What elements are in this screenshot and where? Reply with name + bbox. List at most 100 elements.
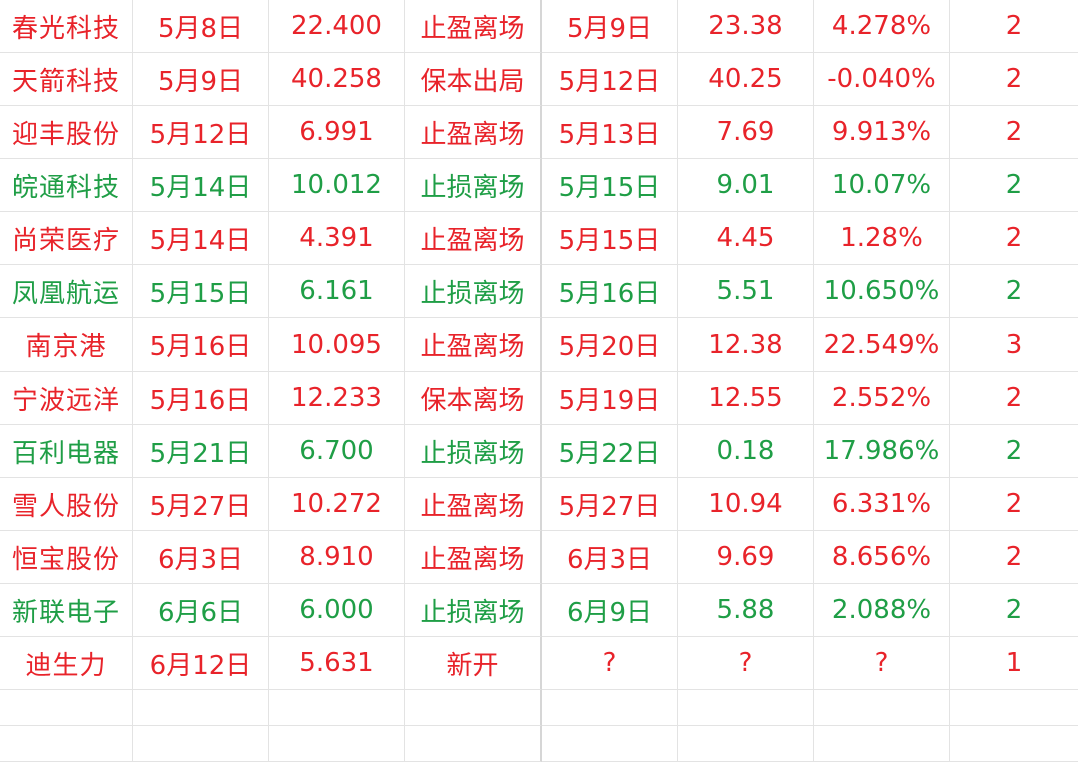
cell-pct-change[interactable]: 17.986%	[814, 425, 950, 478]
cell-buy-price[interactable]: 10.095	[269, 318, 405, 372]
cell-buy-date[interactable]: 6月3日	[133, 531, 269, 584]
cell-hold-days[interactable]: 2	[950, 425, 1078, 478]
cell-buy-date[interactable]: 5月16日	[133, 372, 269, 425]
cell-pct-change[interactable]: 2.088%	[814, 584, 950, 637]
cell-buy-date[interactable]	[133, 726, 269, 762]
cell-buy-date[interactable]: 5月14日	[133, 159, 269, 212]
cell-hold-days[interactable]	[950, 690, 1078, 726]
cell-buy-price[interactable]: 6.991	[269, 106, 405, 159]
cell-stock-name[interactable]: 天箭科技	[0, 53, 133, 106]
cell-buy-date[interactable]: 5月15日	[133, 265, 269, 318]
cell-hold-days[interactable]: 2	[950, 106, 1078, 159]
cell-stock-name[interactable]: 南京港	[0, 318, 133, 372]
cell-hold-days[interactable]: 2	[950, 265, 1078, 318]
cell-sell-price[interactable]: 5.51	[678, 265, 814, 318]
cell-sell-date[interactable]: 5月13日	[542, 106, 678, 159]
cell-sell-price[interactable]: 9.01	[678, 159, 814, 212]
cell-sell-price[interactable]: 40.25	[678, 53, 814, 106]
cell-buy-date[interactable]: 5月14日	[133, 212, 269, 265]
cell-buy-date[interactable]: 6月12日	[133, 637, 269, 690]
cell-buy-date[interactable]: 5月21日	[133, 425, 269, 478]
cell-buy-price[interactable]: 6.700	[269, 425, 405, 478]
cell-sell-date[interactable]	[542, 690, 678, 726]
cell-exit-status[interactable]: 保本离场	[405, 372, 542, 425]
cell-pct-change[interactable]: 10.650%	[814, 265, 950, 318]
cell-pct-change[interactable]: 1.28%	[814, 212, 950, 265]
cell-hold-days[interactable]: 2	[950, 0, 1078, 53]
cell-sell-date[interactable]: 5月12日	[542, 53, 678, 106]
cell-hold-days[interactable]: 2	[950, 159, 1078, 212]
cell-exit-status[interactable]: 止损离场	[405, 584, 542, 637]
cell-hold-days[interactable]: 2	[950, 53, 1078, 106]
cell-exit-status[interactable]: 止盈离场	[405, 0, 542, 53]
cell-buy-date[interactable]: 6月6日	[133, 584, 269, 637]
cell-exit-status[interactable]: 止盈离场	[405, 106, 542, 159]
cell-exit-status[interactable]: 止损离场	[405, 159, 542, 212]
cell-exit-status[interactable]: 止损离场	[405, 425, 542, 478]
cell-pct-change[interactable]: 10.07%	[814, 159, 950, 212]
cell-buy-price[interactable]: 6.000	[269, 584, 405, 637]
cell-sell-date[interactable]: 6月3日	[542, 531, 678, 584]
cell-sell-price[interactable]: ?	[678, 637, 814, 690]
cell-stock-name[interactable]: 春光科技	[0, 0, 133, 53]
cell-pct-change[interactable]: 8.656%	[814, 531, 950, 584]
cell-exit-status[interactable]: 止盈离场	[405, 318, 542, 372]
cell-sell-price[interactable]: 10.94	[678, 478, 814, 531]
cell-stock-name[interactable]: 迎丰股份	[0, 106, 133, 159]
cell-buy-date[interactable]: 5月8日	[133, 0, 269, 53]
cell-sell-price[interactable]: 23.38	[678, 0, 814, 53]
cell-hold-days[interactable]: 2	[950, 478, 1078, 531]
cell-buy-date[interactable]: 5月12日	[133, 106, 269, 159]
cell-pct-change[interactable]	[814, 690, 950, 726]
cell-sell-price[interactable]: 12.38	[678, 318, 814, 372]
cell-exit-status[interactable]: 新开	[405, 637, 542, 690]
cell-exit-status[interactable]: 保本出局	[405, 53, 542, 106]
cell-buy-price[interactable]: 4.391	[269, 212, 405, 265]
cell-pct-change[interactable]: 6.331%	[814, 478, 950, 531]
cell-sell-date[interactable]: 5月9日	[542, 0, 678, 53]
cell-hold-days[interactable]: 3	[950, 318, 1078, 372]
cell-stock-name[interactable]: 雪人股份	[0, 478, 133, 531]
cell-hold-days[interactable]: 1	[950, 637, 1078, 690]
cell-pct-change[interactable]	[814, 726, 950, 762]
cell-sell-date[interactable]	[542, 726, 678, 762]
cell-sell-date[interactable]: 5月19日	[542, 372, 678, 425]
cell-buy-price[interactable]: 40.258	[269, 53, 405, 106]
cell-stock-name[interactable]: 迪生力	[0, 637, 133, 690]
cell-sell-price[interactable]	[678, 690, 814, 726]
cell-exit-status[interactable]	[405, 726, 542, 762]
cell-buy-date[interactable]: 5月9日	[133, 53, 269, 106]
cell-sell-date[interactable]: 6月9日	[542, 584, 678, 637]
cell-stock-name[interactable]: 百利电器	[0, 425, 133, 478]
cell-exit-status[interactable]: 止盈离场	[405, 531, 542, 584]
cell-sell-date[interactable]: 5月15日	[542, 159, 678, 212]
cell-stock-name[interactable]	[0, 690, 133, 726]
cell-exit-status[interactable]: 止盈离场	[405, 478, 542, 531]
cell-buy-price[interactable]: 12.233	[269, 372, 405, 425]
cell-buy-date[interactable]	[133, 690, 269, 726]
cell-buy-date[interactable]: 5月27日	[133, 478, 269, 531]
cell-buy-date[interactable]: 5月16日	[133, 318, 269, 372]
cell-sell-price[interactable]	[678, 726, 814, 762]
cell-sell-price[interactable]: 12.55	[678, 372, 814, 425]
cell-sell-date[interactable]: 5月15日	[542, 212, 678, 265]
cell-hold-days[interactable]: 2	[950, 531, 1078, 584]
cell-sell-date[interactable]: 5月27日	[542, 478, 678, 531]
cell-sell-date[interactable]: 5月16日	[542, 265, 678, 318]
cell-pct-change[interactable]: 9.913%	[814, 106, 950, 159]
cell-buy-price[interactable]	[269, 690, 405, 726]
cell-sell-price[interactable]: 9.69	[678, 531, 814, 584]
cell-buy-price[interactable]	[269, 726, 405, 762]
cell-hold-days[interactable]	[950, 726, 1078, 762]
cell-buy-price[interactable]: 8.910	[269, 531, 405, 584]
cell-sell-date[interactable]: ?	[542, 637, 678, 690]
cell-stock-name[interactable]: 凤凰航运	[0, 265, 133, 318]
cell-hold-days[interactable]: 2	[950, 212, 1078, 265]
cell-buy-price[interactable]: 10.272	[269, 478, 405, 531]
cell-pct-change[interactable]: 22.549%	[814, 318, 950, 372]
cell-buy-price[interactable]: 5.631	[269, 637, 405, 690]
cell-pct-change[interactable]: 2.552%	[814, 372, 950, 425]
cell-sell-date[interactable]: 5月20日	[542, 318, 678, 372]
cell-hold-days[interactable]: 2	[950, 584, 1078, 637]
cell-sell-price[interactable]: 5.88	[678, 584, 814, 637]
